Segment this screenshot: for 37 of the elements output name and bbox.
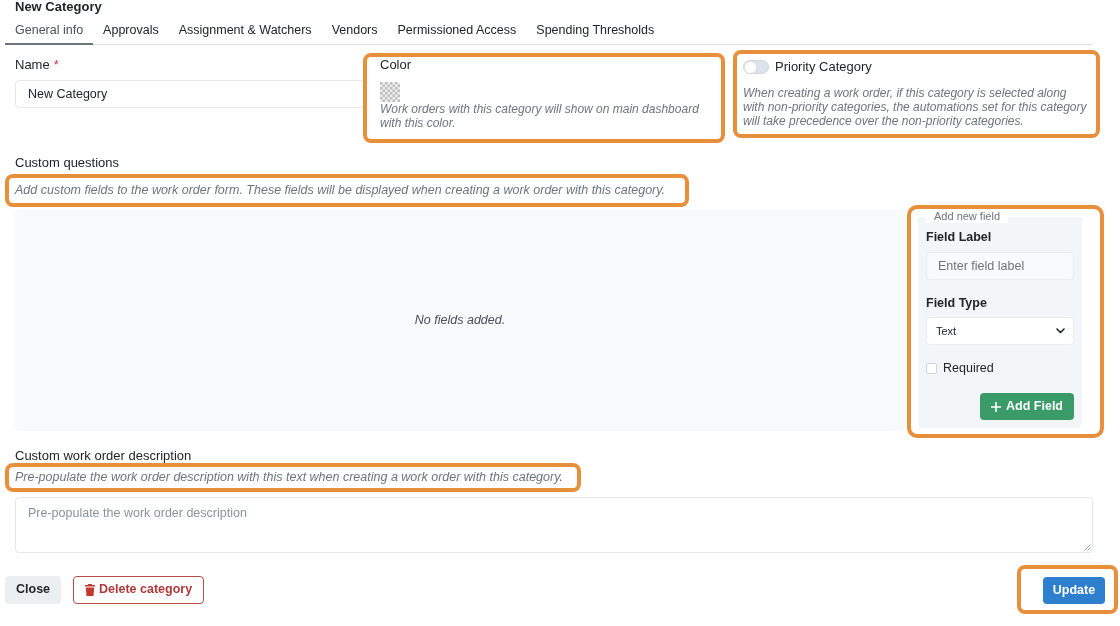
field-label: Field Label bbox=[926, 229, 992, 245]
tab[interactable]: Assignment & Watchers bbox=[168, 18, 322, 45]
add-field-button[interactable]: Add Field bbox=[980, 393, 1074, 420]
empty-state-text: No fields added. bbox=[414, 312, 506, 330]
chevron-down-icon bbox=[1056, 328, 1065, 334]
field-type-select[interactable]: Text bbox=[926, 317, 1074, 345]
tab[interactable]: Permissioned Access bbox=[387, 18, 527, 45]
delete-button[interactable]: Delete category bbox=[73, 575, 205, 604]
tab[interactable]: General info bbox=[5, 18, 94, 45]
required-mark: * bbox=[53, 57, 59, 73]
dialog-title: New Category bbox=[15, 0, 102, 14]
close-button[interactable]: Close bbox=[5, 575, 62, 604]
description-textarea[interactable]: Pre-populate the work order description bbox=[15, 497, 1093, 553]
trash-icon bbox=[85, 583, 96, 596]
toggle-switch[interactable] bbox=[743, 60, 769, 74]
checkerboard-swatch-icon bbox=[380, 82, 400, 102]
section-hint: Add custom fields to the work order form. These fields will be displayed when creating a work order with this category. bbox=[15, 182, 666, 199]
priority-hint: When creating a work order, if this category is selected along with non-priority categories, the automations set for this category will take precedence over the non-priority categories. bbox=[743, 86, 1088, 128]
name-input[interactable]: New Category bbox=[15, 80, 365, 108]
tab[interactable]: Approvals bbox=[93, 18, 169, 45]
tab[interactable]: Vendors bbox=[321, 18, 388, 45]
field-label-input[interactable]: Enter field label bbox=[926, 252, 1074, 280]
color-label: Color bbox=[380, 57, 412, 73]
resize-handle-icon[interactable] bbox=[1084, 544, 1091, 551]
toggle-label: Priority Category bbox=[775, 59, 872, 75]
panel-legend: Add new field bbox=[926, 210, 1009, 223]
section-hint: Pre-populate the work order description with this text when creating a work order with this category. bbox=[15, 469, 563, 486]
tab[interactable]: Spending Thresholds bbox=[526, 18, 665, 45]
checkbox-label: Required bbox=[943, 360, 994, 376]
color-hint: Work orders with this category will show on main dashboard with this color. bbox=[380, 102, 700, 130]
update-button[interactable]: Update bbox=[1043, 577, 1105, 604]
field-label: Field Type bbox=[926, 295, 987, 311]
field-label: Name bbox=[15, 57, 50, 73]
section-label: Custom questions bbox=[15, 155, 120, 171]
checkbox[interactable] bbox=[926, 362, 937, 374]
section-label: Custom work order description bbox=[15, 448, 192, 464]
plus-icon bbox=[991, 401, 1002, 412]
